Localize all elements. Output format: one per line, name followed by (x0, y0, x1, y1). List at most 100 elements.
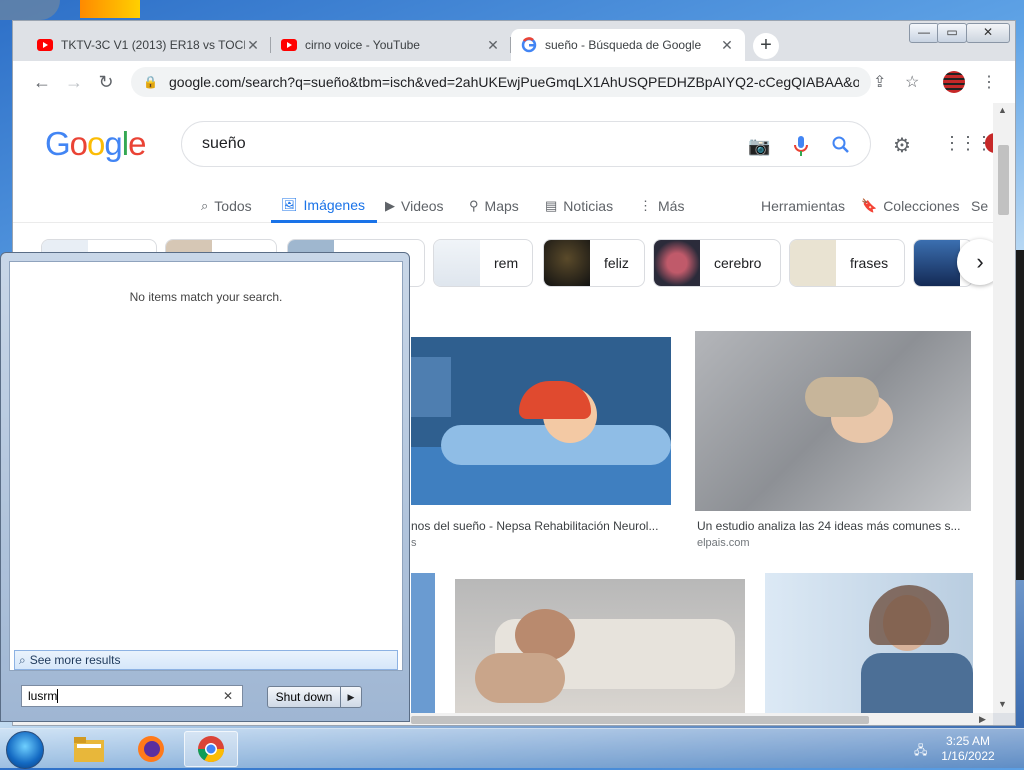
google-logo[interactable]: Google (45, 125, 146, 163)
folder-icon (74, 737, 104, 762)
result-image-photo[interactable] (695, 331, 971, 511)
close-window-button[interactable]: ✕ (966, 23, 1010, 43)
share-icon[interactable]: ⇪ (873, 72, 886, 92)
firefox-taskbar-button[interactable] (124, 731, 178, 767)
chrome-taskbar-button[interactable] (184, 731, 238, 767)
result-image-illustration[interactable] (411, 337, 671, 505)
chip-feliz[interactable]: feliz (543, 239, 645, 287)
browser-toolbar: ← → ↻ 🔒 google.com/search?q=sueño&tbm=is… (13, 61, 1015, 103)
bookmark-star-icon[interactable]: ☆ (905, 72, 919, 92)
tools-button[interactable]: Herramientas (761, 189, 845, 223)
bookmark-icon: 🔖 (861, 198, 878, 213)
scroll-down-arrow[interactable]: ▼ (998, 699, 1007, 709)
start-search-value: lusrm (28, 689, 58, 703)
tab-title: sueño - Búsqueda de Google (545, 38, 702, 52)
tab-maps[interactable]: ⚲ Maps (469, 189, 519, 223)
chrome-icon (197, 736, 225, 763)
firefox-icon (138, 736, 164, 762)
scrollbar-thumb[interactable] (998, 145, 1009, 215)
system-clock[interactable]: 3:25 AM 1/16/2022 (938, 734, 998, 764)
clear-search-icon[interactable]: ✕ (223, 689, 233, 703)
camera-icon[interactable]: 📷 (748, 136, 770, 157)
result-caption[interactable]: nos del sueño - Nepsa Rehabilitación Neu… (411, 519, 673, 533)
scroll-up-arrow[interactable]: ▲ (998, 105, 1007, 115)
chip-rem[interactable]: rem (433, 239, 533, 287)
clock-time: 3:25 AM (945, 734, 991, 748)
see-more-results-button[interactable]: ⌕ See more results (14, 650, 398, 670)
result-image-photo[interactable] (765, 573, 973, 713)
desktop-background-shape (80, 0, 140, 18)
desktop-background-shape (1016, 250, 1024, 580)
tab-noticias[interactable]: ▤ Noticias (545, 189, 613, 223)
result-source: elpais.com (697, 537, 750, 549)
menu-kebab-icon[interactable]: ⋮ (981, 72, 997, 92)
image-icon: 🖼 (281, 196, 298, 212)
tab-tktv[interactable]: TKTV-3C V1 (2013) ER18 vs TOCI ✕ (27, 29, 271, 61)
chip-thumbnail (790, 240, 836, 286)
tab-title: TKTV-3C V1 (2013) ER18 vs TOCI (61, 38, 245, 52)
back-button[interactable]: ← (29, 69, 55, 95)
settings-gear-icon[interactable]: ⚙ (893, 133, 911, 158)
safe-search-button[interactable]: Se (971, 189, 988, 223)
news-icon: ▤ (545, 198, 558, 213)
start-search-input[interactable]: lusrm (21, 685, 243, 707)
forward-button[interactable]: → (61, 69, 87, 95)
tab-strip: TKTV-3C V1 (2013) ER18 vs TOCI ✕ cirno v… (13, 21, 1015, 61)
scrollbar-thumb[interactable] (411, 716, 869, 724)
tab-imagenes[interactable]: 🖼 Imágenes (271, 189, 377, 223)
network-icon[interactable]: 🖧 (914, 741, 927, 762)
new-tab-button[interactable]: + (753, 33, 779, 59)
search-results-panel: No items match your search. ⌕ See more r… (9, 261, 403, 671)
shutdown-options-arrow[interactable]: ▶ (340, 686, 362, 708)
more-icon: ⋮ (639, 198, 652, 213)
close-icon[interactable]: ✕ (485, 37, 501, 54)
url-text: google.com/search?q=sueño&tbm=isch&ved=2… (169, 74, 859, 90)
profile-avatar[interactable] (943, 71, 965, 93)
reload-button[interactable]: ↻ (93, 69, 119, 95)
tab-title: cirno voice - YouTube (305, 38, 420, 52)
close-icon[interactable]: ✕ (245, 37, 261, 54)
search-icon: ⌕ (201, 198, 209, 213)
explorer-taskbar-button[interactable] (62, 731, 116, 767)
lock-icon: 🔒 (143, 75, 158, 89)
taskbar: 🖧 3:25 AM 1/16/2022 (0, 728, 1024, 769)
close-icon[interactable]: ✕ (719, 37, 735, 54)
address-bar[interactable]: 🔒 google.com/search?q=sueño&tbm=isch&ved… (131, 67, 871, 97)
result-caption[interactable]: Un estudio analiza las 24 ideas más comu… (697, 519, 969, 533)
vertical-scrollbar[interactable]: ▲ ▼ (993, 103, 1015, 713)
pin-icon: ⚲ (469, 198, 479, 213)
result-image-photo[interactable] (455, 579, 745, 713)
see-more-label: See more results (29, 653, 121, 667)
result-source: s (411, 537, 417, 549)
no-results-message: No items match your search. (129, 290, 283, 304)
result-image-photo[interactable] (411, 573, 435, 713)
start-button[interactable] (6, 731, 44, 769)
minimize-button[interactable]: — (909, 23, 939, 43)
chip-frases[interactable]: frases (789, 239, 905, 287)
chip-thumbnail (434, 240, 480, 286)
youtube-icon (281, 39, 297, 51)
tab-todos[interactable]: ⌕ Todos (201, 189, 252, 223)
tab-videos[interactable]: ▶ Videos (385, 189, 444, 223)
search-type-tabs: ⌕ Todos 🖼 Imágenes ▶ Videos ⚲ Maps ▤ Noticias… (13, 189, 993, 223)
tab-mas[interactable]: ⋮ Más (639, 189, 684, 223)
microphone-icon[interactable] (794, 136, 808, 156)
search-input[interactable]: sueño 📷 (181, 121, 871, 167)
shutdown-button[interactable]: Shut down (267, 686, 341, 708)
youtube-icon (37, 39, 53, 51)
google-icon (521, 37, 537, 53)
clock-date: 1/16/2022 (941, 749, 995, 763)
scroll-right-arrow[interactable]: ▶ (979, 714, 986, 725)
search-icon: ⌕ (19, 652, 26, 667)
apps-grid-icon[interactable]: ⋮⋮⋮ (943, 133, 993, 154)
chip-cerebro[interactable]: cerebro (653, 239, 781, 287)
search-icon[interactable] (832, 136, 850, 154)
tab-cirno[interactable]: cirno voice - YouTube ✕ (271, 29, 511, 61)
play-icon: ▶ (385, 198, 395, 213)
search-query: sueño (202, 135, 246, 152)
collections-button[interactable]: 🔖 Colecciones (861, 189, 959, 223)
tab-sueno[interactable]: sueño - Búsqueda de Google ✕ (511, 29, 745, 61)
maximize-button[interactable]: ▭ (937, 23, 967, 43)
start-menu: No items match your search. ⌕ See more r… (0, 252, 410, 722)
chip-thumbnail (654, 240, 700, 286)
